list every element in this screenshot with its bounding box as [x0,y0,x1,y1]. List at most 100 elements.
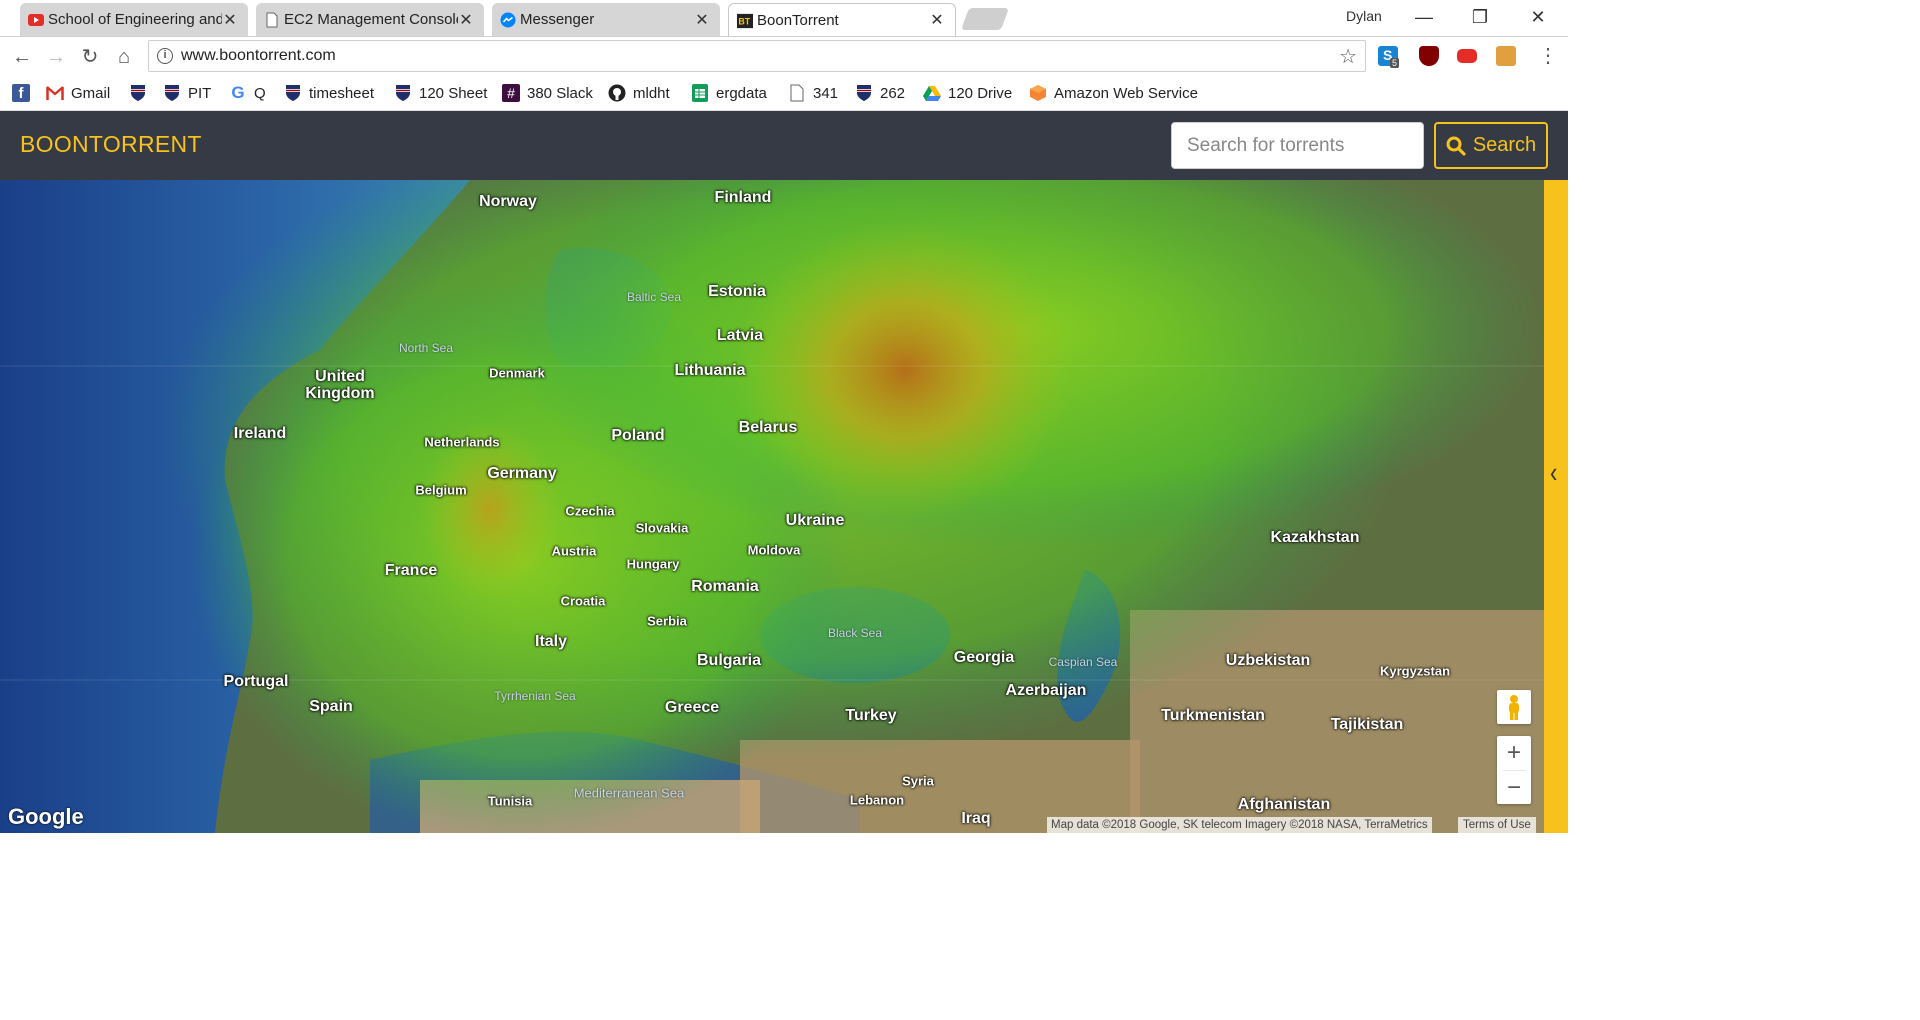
map-label: Estonia [708,283,766,300]
map-label: Uzbekistan [1225,652,1311,669]
sheets-icon [692,84,708,102]
tab-ec2-console[interactable]: EC2 Management Console ✕ [256,3,484,36]
map-label: Ireland [233,425,287,442]
bookmark-timesheet[interactable]: timesheet [284,84,374,102]
pegman-icon [1509,695,1519,720]
map-label: Finland [714,189,772,206]
map-label: Tyrrhenian Sea [494,689,576,703]
penn-shield-icon [131,85,145,101]
heatmap-map[interactable]: Norway Finland Estonia Latvia Lithuania … [0,180,1544,833]
skype-extension-icon[interactable]: S 5 [1378,46,1400,68]
zoom-control: + − [1497,736,1531,804]
penn-shield-icon [165,85,179,101]
bt-icon: BT [737,13,753,29]
bookmark-341[interactable]: 341 [788,84,838,102]
site-brand[interactable]: BOONTORRENT [20,131,202,158]
map-label: Italy [534,633,568,650]
bookmark-label: Gmail [71,84,111,102]
map-label: Latvia [716,327,764,344]
google-icon: G [231,83,245,102]
new-tab-button[interactable] [960,8,1010,30]
map-label: Black Sea [827,626,883,640]
restore-icon[interactable]: ❐ [1460,4,1500,30]
map-attribution: Map data ©2018 Google, SK telecom Imager… [1047,817,1432,833]
chevron-left-icon: ‹ [1550,456,1558,489]
url-text: www.boontorrent.com [181,47,336,64]
back-arrow-icon[interactable]: ← [10,45,34,69]
penn-shield-icon [396,85,410,101]
torrent-search-input[interactable] [1171,122,1424,169]
tab-title: School of Engineering and Applied Scienc… [48,11,222,28]
map-label: Kazakhstan [1270,529,1360,546]
bookmark-q[interactable]: G Q [229,83,265,102]
tab-school-of-engineering[interactable]: School of Engineering and Applied Scienc… [20,3,248,36]
address-bar[interactable]: i www.boontorrent.com ☆ [148,40,1366,72]
map-label: Syria [902,773,934,789]
map-label: United Kingdom [305,368,375,402]
street-view-pegman[interactable] [1497,690,1531,724]
bookmark-facebook[interactable]: f [12,84,37,102]
bookmark-label: 120 Sheet [419,84,488,102]
site-navbar: BOONTORRENT Search [0,111,1568,180]
close-tab-icon[interactable]: ✕ [222,10,238,30]
map-label: Greece [664,699,720,716]
search-button[interactable]: Search [1434,122,1548,169]
zoom-out-button[interactable]: − [1497,771,1531,805]
bookmark-ergdata[interactable]: ergdata [691,84,767,102]
tab-title: EC2 Management Console [284,11,458,28]
map-label: Azerbaijan [1005,682,1087,699]
ublock-extension-icon[interactable] [1419,46,1439,66]
bookmark-120-sheet[interactable]: 120 Sheet [394,84,487,102]
map-label: Austria [551,543,597,559]
terms-of-use-link[interactable]: Terms of Use [1458,817,1536,833]
bookmark-star-icon[interactable]: ☆ [1339,44,1357,69]
map-label: Denmark [489,365,545,381]
google-logo[interactable]: Google [8,804,84,830]
svg-text:BT: BT [738,17,750,27]
bookmark-mldht[interactable]: mldht [608,84,670,102]
bookmark-gmail[interactable]: Gmail [46,84,110,102]
info-icon[interactable]: i [157,48,173,64]
map-imagery [0,180,1544,833]
reload-icon[interactable]: ↻ [78,45,102,69]
map-label: France [384,562,438,579]
map-label: Ukraine [785,512,845,529]
tab-title: Messenger [520,11,595,28]
tab-title: BoonTorrent [757,11,839,29]
tab-boontorrent[interactable]: BT BoonTorrent ✕ [728,3,956,36]
close-tab-icon[interactable]: ✕ [458,10,474,30]
close-tab-icon[interactable]: ✕ [694,10,710,30]
tab-messenger[interactable]: Messenger ✕ [492,3,720,36]
map-label: Czechia [565,503,615,519]
map-label: Romania [691,578,759,595]
map-label: Serbia [647,613,687,629]
bookmark-380-slack[interactable]: # 380 Slack [502,84,593,102]
forward-arrow-icon[interactable]: → [44,45,68,69]
youtube-extension-icon[interactable] [1457,49,1477,63]
bookmark-amazon-web-service[interactable]: Amazon Web Service [1029,84,1199,102]
bookmark-pit[interactable]: PIT [163,84,211,102]
map-label: Belarus [738,419,798,436]
map-label: Lebanon [849,792,905,808]
bookmark-label: 262 [880,84,906,102]
aws-icon [1030,85,1046,101]
zoom-in-button[interactable]: + [1497,736,1531,770]
map-label: Kyrgyzstan [1379,663,1451,679]
bookmark-120-drive[interactable]: 120 Drive [923,84,1012,102]
close-tab-icon[interactable]: ✕ [929,10,945,30]
close-window-icon[interactable]: ✕ [1518,4,1558,30]
map-label: North Sea [398,341,454,355]
sidebar-toggle[interactable]: ‹ [1544,180,1568,833]
browser-menu-icon[interactable]: ⋮ [1538,45,1558,67]
home-icon[interactable]: ⌂ [112,45,136,69]
bookmark-penn[interactable] [129,84,154,102]
bookmark-label: mldht [633,84,670,102]
minimize-icon[interactable]: — [1404,4,1444,30]
honey-extension-icon[interactable] [1496,46,1516,66]
profile-name[interactable]: Dylan [1346,8,1382,24]
extension-badge: 5 [1390,58,1400,68]
bookmark-label: 341 [813,84,839,102]
bookmark-262[interactable]: 262 [855,84,905,102]
map-label: Bulgaria [696,652,762,669]
bookmark-label: Amazon Web Service [1054,84,1198,102]
